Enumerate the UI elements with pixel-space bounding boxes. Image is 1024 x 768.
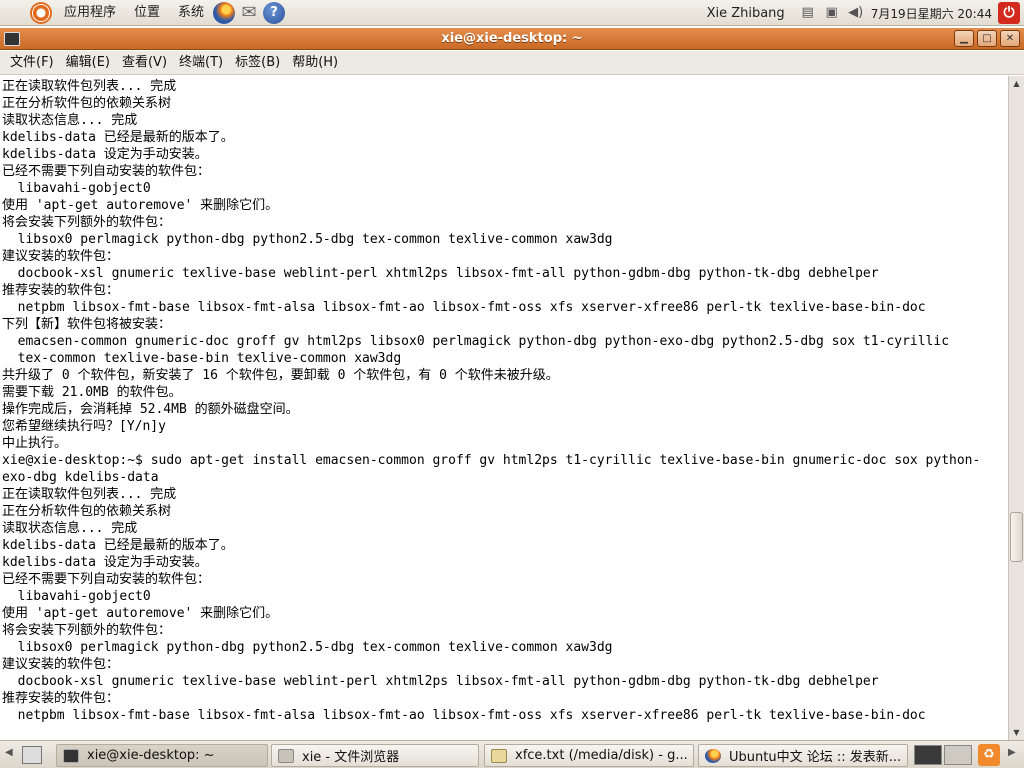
mail-icon[interactable]: ✉ (238, 2, 260, 24)
task-firefox[interactable]: Ubuntu中文 论坛 :: 发表新... (698, 744, 908, 767)
menu-file[interactable]: 文件(F) (4, 51, 60, 75)
menu-view[interactable]: 查看(V) (116, 51, 173, 75)
terminal-scrollbar[interactable]: ▲ ▼ (1008, 76, 1024, 740)
terminal-line: 中止执行。 (2, 436, 68, 451)
terminal-line: 推荐安装的软件包： (2, 691, 120, 706)
terminal-line: exo-dbg kdelibs-data (2, 470, 159, 485)
help-icon[interactable]: ? (263, 1, 286, 24)
clock[interactable]: 7月19日星期六 20:44 (871, 5, 992, 22)
top-panel: 应用程序 位置 系统 ✉ ? Xie Zhibang ▤ ▣ ◀) 7月19日星… (0, 0, 1024, 26)
close-button[interactable]: ✕ (1000, 30, 1020, 47)
terminal-line: 操作完成后，会消耗掉 52.4MB 的额外磁盘空间。 (2, 402, 299, 417)
terminal-line: 正在分析软件包的依赖关系树 (2, 96, 172, 111)
network-icon[interactable]: ▣ (823, 5, 841, 21)
terminal-line: 将会安装下列额外的软件包： (2, 623, 172, 638)
terminal-line: netpbm libsox-fmt-base libsox-fmt-alsa l… (2, 708, 926, 723)
file-browser-icon (278, 748, 294, 763)
terminal-line: docbook-xsl gnumeric texlive-base weblin… (2, 674, 879, 689)
terminal-line: 读取状态信息... 完成 (2, 113, 138, 128)
task-label: xie - 文件浏览器 (302, 750, 400, 765)
task-label: xfce.txt (/media/disk) - g... (515, 748, 688, 763)
user-name[interactable]: Xie Zhibang (707, 6, 785, 21)
task-file-browser[interactable]: xie - 文件浏览器 (271, 744, 479, 767)
menu-tabs[interactable]: 标签(B) (229, 51, 286, 75)
terminal-line: libavahi-gobject0 (2, 181, 151, 196)
window-title-bar[interactable]: xie@xie-desktop: ~ ▁ □ ✕ (0, 28, 1024, 50)
menu-help[interactable]: 帮助(H) (286, 51, 344, 75)
terminal-line: kdelibs-data 已经是最新的版本了。 (2, 538, 234, 553)
scroll-down-arrow-icon[interactable]: ▼ (1009, 725, 1024, 740)
terminal-line: tex-common texlive-base-bin texlive-comm… (2, 351, 402, 366)
terminal-icon (63, 748, 79, 763)
terminal-line: 共升级了 0 个软件包，新安装了 16 个软件包，要卸载 0 个软件包，有 0 … (2, 368, 559, 383)
firefox-icon[interactable] (213, 1, 236, 24)
panel-left-arrow-icon[interactable]: ◀ (5, 747, 13, 758)
volume-icon[interactable]: ◀) (847, 5, 865, 21)
terminal-line: netpbm libsox-fmt-base libsox-fmt-alsa l… (2, 300, 926, 315)
terminal-line: docbook-xsl gnumeric texlive-base weblin… (2, 266, 879, 281)
terminal-line: 需要下载 21.0MB 的软件包。 (2, 385, 182, 400)
terminal-line: 正在读取软件包列表... 完成 (2, 487, 177, 502)
terminal-menu-bar: 文件(F) 编辑(E) 查看(V) 终端(T) 标签(B) 帮助(H) (0, 51, 1024, 75)
scroll-up-arrow-icon[interactable]: ▲ (1009, 76, 1024, 91)
terminal-line: 推荐安装的软件包： (2, 283, 120, 298)
workspace-2[interactable] (944, 745, 972, 765)
terminal-line: 下列【新】软件包将被安装： (2, 317, 172, 332)
terminal-line: 将会安装下列额外的软件包： (2, 215, 172, 230)
terminal-line: 建议安装的软件包： (2, 249, 120, 264)
task-label: xie@xie-desktop: ~ (87, 748, 215, 763)
panel-right-arrow-icon[interactable]: ▶ (1008, 747, 1016, 758)
terminal-line: 已经不需要下列自动安装的软件包： (2, 572, 211, 587)
terminal-output[interactable]: 正在读取软件包列表... 完成 正在分析软件包的依赖关系树 读取状态信息... … (0, 76, 1008, 740)
terminal-line: xie@xie-desktop:~$ sudo apt-get install … (2, 453, 981, 468)
menu-system[interactable]: 系统 (172, 0, 210, 26)
scroll-thumb[interactable] (1010, 512, 1023, 562)
ubuntu-logo-icon[interactable] (30, 1, 52, 24)
terminal-line: 使用 'apt-get autoremove' 来删除它们。 (2, 606, 279, 621)
menu-places[interactable]: 位置 (128, 0, 166, 26)
terminal-line: libavahi-gobject0 (2, 589, 151, 604)
text-editor-icon (491, 748, 507, 763)
terminal-line: emacsen-common gnumeric-doc groff gv htm… (2, 334, 950, 349)
minimize-button[interactable]: ▁ (954, 30, 974, 47)
terminal-line: libsox0 perlmagick python-dbg python2.5-… (2, 232, 613, 247)
maximize-button[interactable]: □ (977, 30, 997, 47)
terminal-line: libsox0 perlmagick python-dbg python2.5-… (2, 640, 613, 655)
terminal-line: 读取状态信息... 完成 (2, 521, 138, 536)
workspace-1[interactable] (914, 745, 942, 765)
task-text-editor[interactable]: xfce.txt (/media/disk) - g... (484, 744, 694, 767)
terminal-line: 使用 'apt-get autoremove' 来删除它们。 (2, 198, 279, 213)
terminal-line: 正在分析软件包的依赖关系树 (2, 504, 172, 519)
task-terminal[interactable]: xie@xie-desktop: ~ (56, 744, 268, 767)
terminal-line: 建议安装的软件包： (2, 657, 120, 672)
terminal-line: 正在读取软件包列表... 完成 (2, 79, 177, 94)
printer-icon[interactable]: ▤ (799, 5, 817, 21)
terminal-line: kdelibs-data 设定为手动安装。 (2, 147, 208, 162)
terminal-line: kdelibs-data 设定为手动安装。 (2, 555, 208, 570)
menu-terminal[interactable]: 终端(T) (173, 51, 229, 75)
show-desktop-icon[interactable] (22, 746, 42, 764)
menu-applications[interactable]: 应用程序 (58, 0, 122, 26)
menu-edit[interactable]: 编辑(E) (60, 51, 116, 75)
terminal-line: kdelibs-data 已经是最新的版本了。 (2, 130, 234, 145)
power-icon[interactable]: ⏻ (998, 2, 1020, 24)
trash-icon[interactable]: ♻ (978, 744, 1000, 766)
terminal-line: 已经不需要下列自动安装的软件包： (2, 164, 211, 179)
task-label: Ubuntu中文 论坛 :: 发表新... (729, 750, 902, 765)
bottom-panel: ◀ xie@xie-desktop: ~ xie - 文件浏览器 xfce.tx… (0, 740, 1024, 768)
firefox-icon (705, 748, 721, 763)
terminal-line: 您希望继续执行吗？[Y/n]y (2, 419, 166, 434)
window-title: xie@xie-desktop: ~ (441, 30, 583, 46)
